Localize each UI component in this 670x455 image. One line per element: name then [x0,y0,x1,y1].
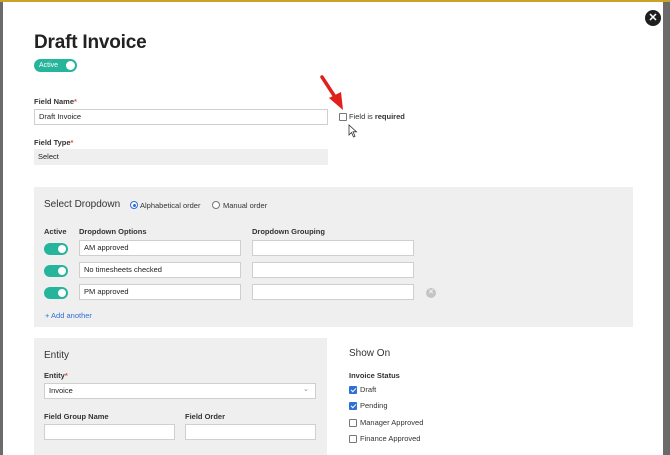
annotation-arrow-icon [320,75,343,110]
field-type-label: Field Type* [34,138,74,147]
status-pending-label: Pending [360,401,388,410]
field-group-name-input[interactable] [44,424,175,440]
dropdown-option-input[interactable]: AM approved [79,240,241,256]
field-name-label: Field Name* [34,97,77,106]
status-manager-approved-label: Manager Approved [360,418,424,427]
entity-label: Entity* [44,371,68,380]
row-active-toggle[interactable] [44,243,68,255]
alphabetical-order-label: Alphabetical order [140,201,201,210]
field-required-label: Field is required [349,112,405,121]
active-toggle[interactable]: Active [34,59,77,72]
entity-select[interactable]: Invoice [44,383,316,399]
edit-field-modal: ✕ Draft Invoice Active Field Name* Draft… [3,2,663,455]
row-active-toggle[interactable] [44,265,68,277]
entity-title: Entity [44,350,70,361]
mouse-cursor-icon [348,124,358,138]
field-required-checkbox[interactable] [339,113,347,121]
status-finance-approved-label: Finance Approved [360,434,421,443]
col-options-header: Dropdown Options [79,227,147,236]
dropdown-grouping-input[interactable] [252,262,414,278]
field-order-label: Field Order [185,412,226,421]
add-another-link[interactable]: + Add another [45,311,92,320]
toggle-knob [66,61,75,70]
status-finance-approved-checkbox[interactable] [349,435,357,443]
status-draft-label: Draft [360,385,377,394]
select-dropdown-panel: Select Dropdown Alphabetical order Manua… [34,187,633,327]
status-pending-checkbox[interactable] [349,402,357,410]
close-icon[interactable]: ✕ [645,10,661,26]
remove-row-icon[interactable]: ✕ [426,288,436,298]
dropdown-grouping-input[interactable] [252,240,414,256]
field-name-input[interactable]: Draft Invoice [34,109,328,125]
status-draft-checkbox[interactable] [349,386,357,394]
show-on-title: Show On [349,348,391,359]
dropdown-grouping-input[interactable] [252,284,414,300]
alphabetical-order-radio[interactable] [130,201,138,209]
entity-select-value: Invoice [49,386,73,395]
row-active-toggle[interactable] [44,287,68,299]
page-title: Draft Invoice [34,32,147,53]
col-grouping-header: Dropdown Grouping [252,227,325,236]
manual-order-radio[interactable] [212,201,220,209]
field-order-input[interactable] [185,424,316,440]
invoice-status-label: Invoice Status [349,371,400,380]
select-dropdown-title: Select Dropdown [44,199,121,210]
manual-order-label: Manual order [223,201,268,210]
active-toggle-label: Active [39,62,59,69]
col-active-header: Active [44,227,67,236]
field-group-name-label: Field Group Name [44,412,109,421]
chevron-down-icon: ⌄ [303,386,309,393]
dropdown-option-input[interactable]: No timesheets checked [79,262,241,278]
dropdown-option-input[interactable]: PM approved [79,284,241,300]
field-type-select[interactable]: Select [34,149,328,165]
entity-panel: Entity Entity* Invoice ⌄ Field Group Nam… [34,338,327,455]
status-manager-approved-checkbox[interactable] [349,419,357,427]
